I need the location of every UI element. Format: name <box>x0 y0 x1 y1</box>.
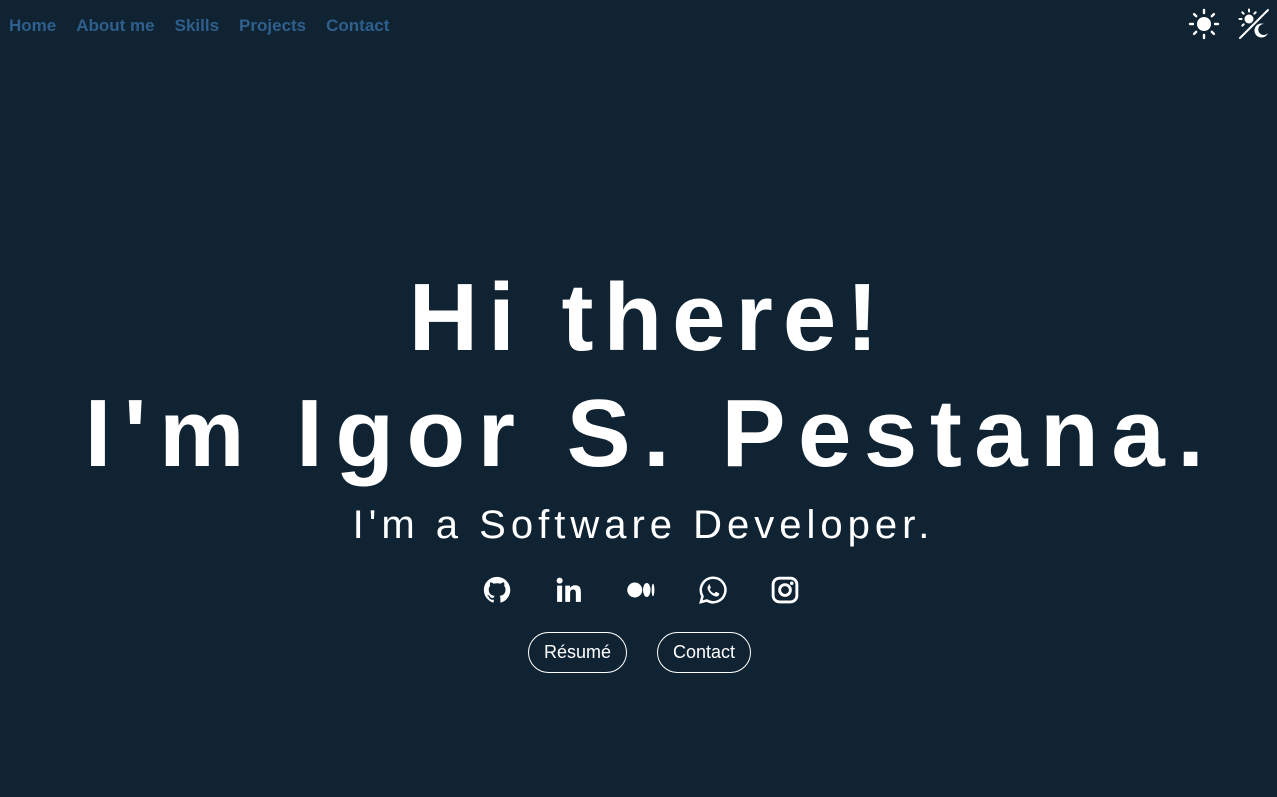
medium-link[interactable] <box>625 574 657 606</box>
hero-greeting: Hi there! <box>408 264 889 371</box>
nav-link-projects[interactable]: Projects <box>239 14 306 38</box>
github-link[interactable] <box>481 574 513 606</box>
whatsapp-link[interactable] <box>697 574 729 606</box>
whatsapp-icon <box>698 576 727 604</box>
medium-icon <box>626 582 654 598</box>
github-icon <box>483 576 510 603</box>
top-nav: Home About me Skills Projects Contact <box>9 14 389 38</box>
page: Home About me Skills Projects Contact Hi… <box>0 0 1277 797</box>
light-theme-button[interactable] <box>1188 8 1220 40</box>
sun-moon-icon <box>1238 8 1269 39</box>
linkedin-icon <box>556 577 581 602</box>
nav-link-contact[interactable]: Contact <box>326 14 389 38</box>
instagram-link[interactable] <box>769 574 801 606</box>
instagram-icon <box>771 576 798 604</box>
nav-link-skills[interactable]: Skills <box>175 14 219 38</box>
nav-link-home[interactable]: Home <box>9 14 56 38</box>
hero-name: I'm Igor S. Pestana. <box>84 380 1217 487</box>
hero-subtitle: I'm a Software Developer. <box>352 503 935 547</box>
contact-button[interactable]: Contact <box>656 632 752 673</box>
sun-icon <box>1188 8 1220 40</box>
auto-theme-button[interactable] <box>1238 8 1270 40</box>
hero-buttons: Résumé Contact <box>0 632 1277 673</box>
resume-button[interactable]: Résumé <box>527 632 627 673</box>
linkedin-link[interactable] <box>553 574 585 606</box>
social-links <box>0 574 1277 606</box>
nav-link-about-me[interactable]: About me <box>76 14 154 38</box>
